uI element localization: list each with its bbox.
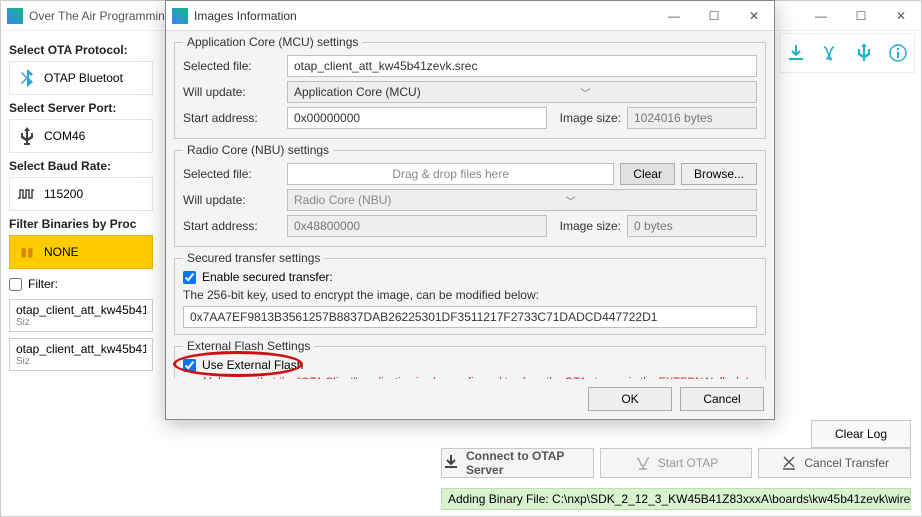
app-icon <box>172 8 188 24</box>
radio-start-addr-input <box>287 215 547 237</box>
usb-icon <box>18 127 36 145</box>
binary-file-0[interactable]: otap_client_att_kw45b41 Siz <box>9 299 153 332</box>
filter-icon: ▮▮ <box>18 243 36 261</box>
radio-browse-button[interactable]: Browse... <box>681 163 757 185</box>
cancel-transfer-button[interactable]: Cancel Transfer <box>758 448 911 478</box>
app-image-size-label: Image size: <box>553 111 621 125</box>
log-area: Adding Binary File: C:\nxp\SDK_2_12_3_KW… <box>441 488 911 510</box>
dialog-maximize-button[interactable]: ☐ <box>694 1 734 31</box>
use-external-flash-label: Use External Flash <box>202 358 303 372</box>
protocol-selector[interactable]: OTAP Bluetoot <box>9 61 153 95</box>
app-start-addr-input[interactable] <box>287 107 547 129</box>
use-external-flash-checkbox[interactable] <box>183 359 196 372</box>
main-minimize-button[interactable]: — <box>801 1 841 31</box>
ok-button[interactable]: OK <box>588 387 672 411</box>
app-selected-file-input[interactable] <box>287 55 757 77</box>
ext-flash-legend: External Flash Settings <box>183 339 314 353</box>
sidebar: Select OTA Protocol: OTAP Bluetoot Selec… <box>1 31 161 516</box>
radio-selected-file-label: Selected file: <box>183 167 287 181</box>
app-icon <box>7 8 23 24</box>
app-core-legend: Application Core (MCU) settings <box>183 35 362 49</box>
binary-file-0-size: Siz <box>16 317 146 328</box>
secured-legend: Secured transfer settings <box>183 251 324 265</box>
app-core-group: Application Core (MCU) settings Selected… <box>174 35 766 139</box>
app-start-addr-label: Start address: <box>183 111 287 125</box>
secured-key-input[interactable] <box>183 306 757 328</box>
app-will-update-label: Will update: <box>183 85 287 99</box>
chevron-down-icon: ﹀ <box>580 85 590 100</box>
filter-check-label: Filter: <box>28 277 58 291</box>
dialog-titlebar: Images Information — ☐ ✕ <box>166 1 774 31</box>
bluetooth-icon <box>18 69 36 87</box>
binary-file-1[interactable]: otap_client_att_kw45b41 Siz <box>9 338 153 371</box>
protocol-value: OTAP Bluetoot <box>44 71 123 85</box>
toolbar <box>779 33 915 73</box>
main-maximize-button[interactable]: ☐ <box>841 1 881 31</box>
clear-log-button[interactable]: Clear Log <box>811 420 911 448</box>
enable-secured-checkbox[interactable] <box>183 271 196 284</box>
dialog-close-button[interactable]: ✕ <box>734 1 774 31</box>
binary-file-1-name: otap_client_att_kw45b41 <box>16 342 146 356</box>
secured-transfer-group: Secured transfer settings Enable secured… <box>174 251 766 335</box>
cancel-button[interactable]: Cancel <box>680 387 764 411</box>
log-line: Adding Binary File: C:\nxp\SDK_2_12_3_KW… <box>448 492 911 506</box>
baud-label: Select Baud Rate: <box>9 159 153 173</box>
ext-flash-warning: Make sure that the "OTA Client" applicat… <box>203 376 757 379</box>
info-icon[interactable] <box>886 38 910 68</box>
app-image-size-field <box>627 107 757 129</box>
port-value: COM46 <box>44 129 85 143</box>
secured-key-hint: The 256-bit key, used to encrypt the ima… <box>183 288 757 302</box>
dialog-footer: OK Cancel <box>166 379 774 419</box>
radio-core-legend: Radio Core (NBU) settings <box>183 143 333 157</box>
chevron-down-icon: ﹀ <box>566 193 576 208</box>
download-icon <box>442 453 460 474</box>
usb-tool-icon[interactable] <box>852 38 876 68</box>
start-otap-button[interactable]: Start OTAP <box>600 448 753 478</box>
protocol-label: Select OTA Protocol: <box>9 43 153 57</box>
images-information-dialog: Images Information — ☐ ✕ Application Cor… <box>165 0 775 420</box>
filter-checkbox[interactable] <box>9 278 22 291</box>
radio-clear-button[interactable]: Clear <box>620 163 675 185</box>
radio-will-update-label: Will update: <box>183 193 287 207</box>
external-flash-group: External Flash Settings Use External Fla… <box>174 339 766 379</box>
connect-button[interactable]: Connect to OTAP Server <box>441 448 594 478</box>
download-icon[interactable] <box>784 38 808 68</box>
wave-icon <box>18 185 36 203</box>
filter-by-label: Filter Binaries by Proc <box>9 217 153 231</box>
filter-processor-selector[interactable]: ▮▮ NONE <box>9 235 153 269</box>
dialog-title: Images Information <box>194 9 654 23</box>
radio-image-size-label: Image size: <box>553 219 621 233</box>
radio-core-group: Radio Core (NBU) settings Selected file:… <box>174 143 766 247</box>
signal-icon[interactable] <box>818 38 842 68</box>
filter-none-value: NONE <box>44 245 79 259</box>
radio-drop-zone[interactable]: Drag & drop files here <box>287 163 614 185</box>
app-selected-file-label: Selected file: <box>183 59 287 73</box>
cancel-icon <box>780 453 798 474</box>
main-close-button[interactable]: ✕ <box>881 1 921 31</box>
port-label: Select Server Port: <box>9 101 153 115</box>
baud-selector[interactable]: 115200 <box>9 177 153 211</box>
radio-will-update-select[interactable]: Radio Core (NBU)﹀ <box>287 189 757 211</box>
broadcast-icon <box>634 453 652 474</box>
binary-file-1-size: Siz <box>16 356 146 367</box>
port-selector[interactable]: COM46 <box>9 119 153 153</box>
dialog-minimize-button[interactable]: — <box>654 1 694 31</box>
app-will-update-select[interactable]: Application Core (MCU)﹀ <box>287 81 757 103</box>
baud-value: 115200 <box>44 187 83 201</box>
enable-secured-label: Enable secured transfer: <box>202 270 333 284</box>
binary-file-0-name: otap_client_att_kw45b41 <box>16 303 146 317</box>
radio-start-addr-label: Start address: <box>183 219 287 233</box>
radio-image-size-field <box>627 215 757 237</box>
